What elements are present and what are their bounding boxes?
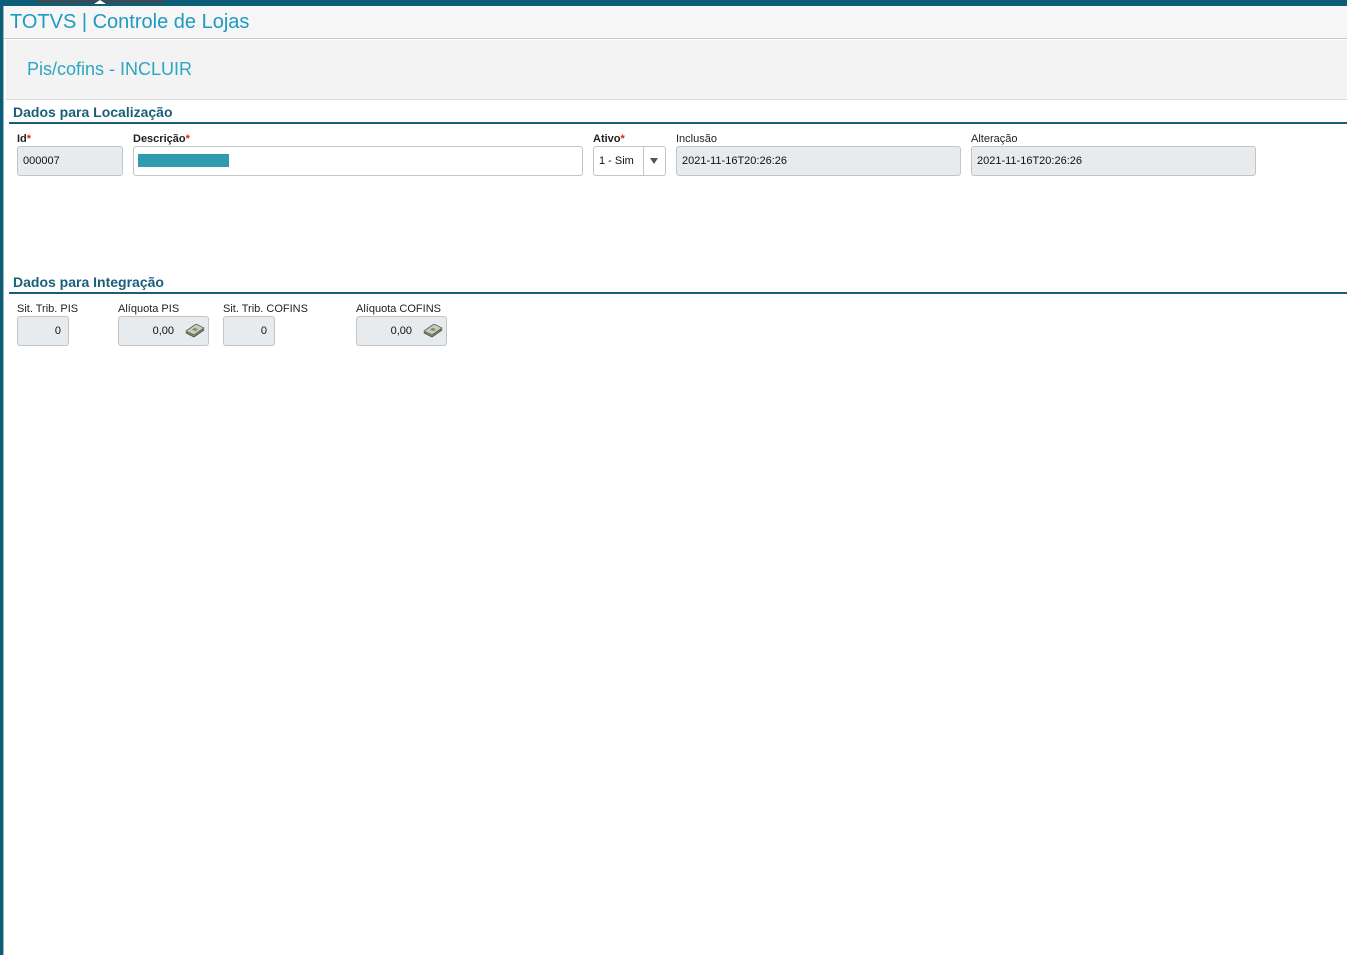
alteracao-field[interactable]: 2021-11-16T20:26:26 bbox=[971, 146, 1256, 176]
app-title-bar: TOTVS | Controle de Lojas bbox=[4, 6, 1347, 39]
section-divider-integracao bbox=[9, 292, 1347, 294]
page-header: Pis/cofins - INCLUIR bbox=[6, 40, 1347, 100]
aliquota-cofins-value: 0,00 bbox=[390, 325, 412, 337]
section-title-integracao: Dados para Integração bbox=[13, 274, 164, 290]
sit-trib-pis-label: Sit. Trib. PIS bbox=[17, 303, 79, 315]
page-title: Pis/cofins - INCLUIR bbox=[27, 59, 193, 79]
ativo-dropdown-button[interactable] bbox=[643, 147, 665, 175]
inclusao-field[interactable]: 2021-11-16T20:26:26 bbox=[676, 146, 961, 176]
money-icon[interactable] bbox=[185, 324, 205, 338]
aliquota-pis-field[interactable]: 0,00 bbox=[118, 316, 209, 346]
descricao-input[interactable] bbox=[133, 146, 583, 176]
ativo-select[interactable]: 1 - Sim bbox=[593, 146, 666, 176]
aliquota-pis-label: Alíquota PIS bbox=[118, 303, 180, 315]
left-edge-divider bbox=[3, 6, 4, 955]
chevron-down-icon bbox=[650, 158, 658, 164]
descricao-label: Descrição* bbox=[133, 133, 190, 145]
alteracao-label: Alteração bbox=[971, 133, 1018, 145]
id-field[interactable]: 000007 bbox=[17, 146, 123, 176]
id-label: Id* bbox=[17, 133, 32, 145]
redacted-text-block bbox=[138, 154, 229, 167]
required-mark: * bbox=[26, 133, 32, 145]
inclusao-label: Inclusão bbox=[676, 133, 717, 145]
aliquota-pis-value: 0,00 bbox=[152, 325, 174, 337]
tab-notch bbox=[94, 0, 106, 4]
aliquota-cofins-label: Alíquota COFINS bbox=[356, 303, 441, 315]
required-mark: * bbox=[185, 133, 190, 145]
section-title-localizacao: Dados para Localização bbox=[13, 104, 173, 120]
ativo-label: Ativo* bbox=[593, 133, 625, 145]
section-divider-localizacao bbox=[9, 122, 1347, 124]
sit-trib-cofins-label: Sit. Trib. COFINS bbox=[223, 303, 308, 315]
sit-trib-pis-field[interactable]: 0 bbox=[17, 316, 69, 346]
app-title: TOTVS | Controle de Lojas bbox=[10, 11, 250, 33]
ativo-selected-value: 1 - Sim bbox=[599, 155, 634, 167]
sit-trib-cofins-field[interactable]: 0 bbox=[223, 316, 275, 346]
aliquota-cofins-field[interactable]: 0,00 bbox=[356, 316, 447, 346]
money-icon[interactable] bbox=[423, 324, 443, 338]
required-mark: * bbox=[620, 133, 625, 145]
